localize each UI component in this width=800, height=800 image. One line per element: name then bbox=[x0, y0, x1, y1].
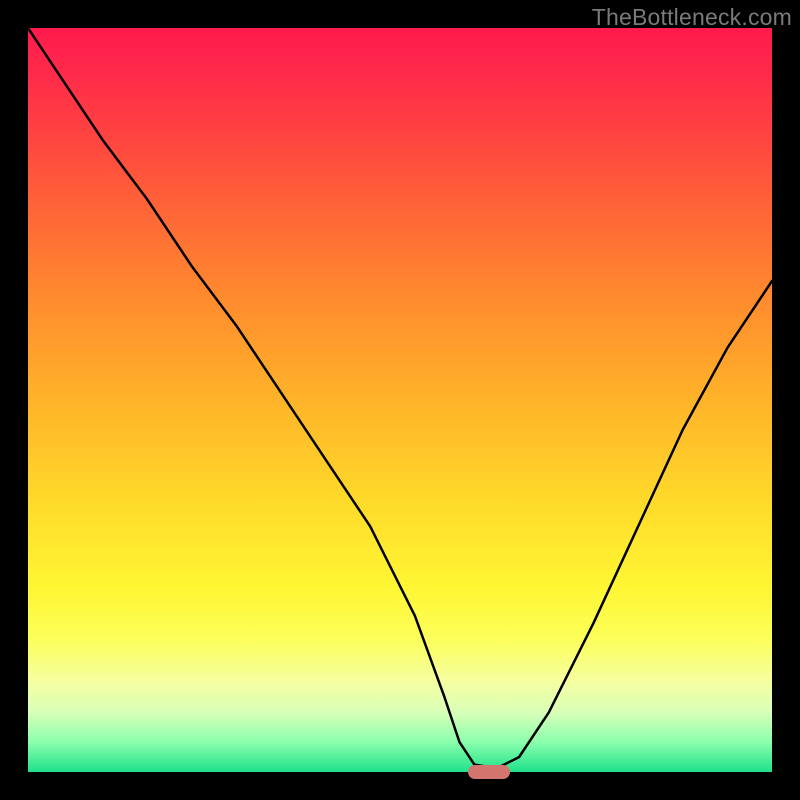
watermark-text: TheBottleneck.com bbox=[592, 4, 792, 31]
chart-frame: TheBottleneck.com bbox=[0, 0, 800, 800]
optimal-marker bbox=[468, 765, 510, 779]
plot-area bbox=[28, 28, 772, 772]
curve-path bbox=[28, 28, 772, 768]
bottleneck-curve bbox=[28, 28, 772, 772]
